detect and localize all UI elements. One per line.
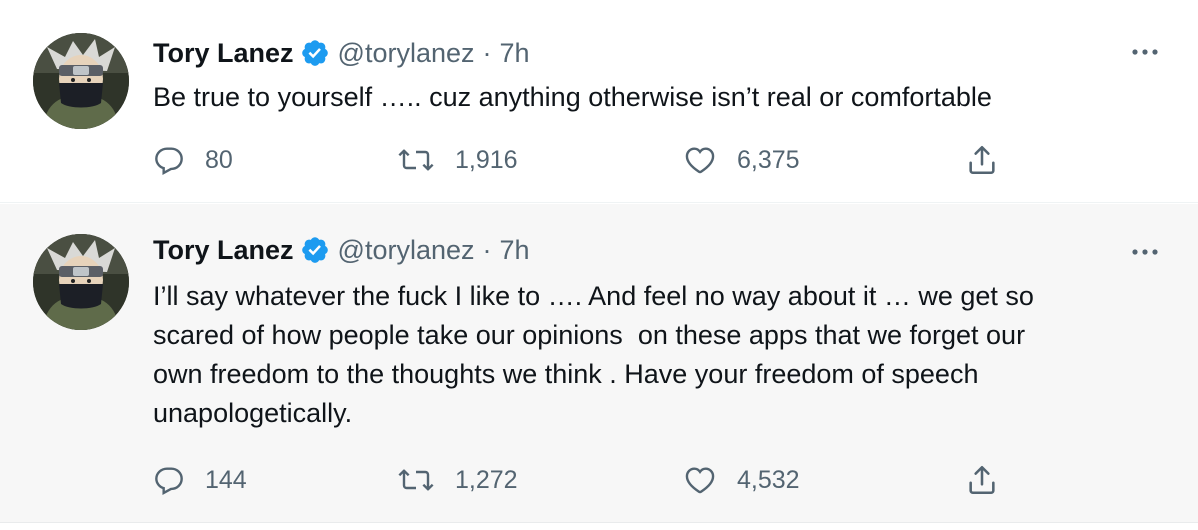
- display-name[interactable]: Tory Lanez: [153, 235, 294, 266]
- separator-dot: ·: [482, 37, 492, 68]
- timestamp[interactable]: 7h: [500, 235, 530, 266]
- like-count: 4,532: [737, 465, 800, 494]
- tweet-header: Tory Lanez @torylanez · 7h: [153, 36, 530, 70]
- tweet-header: Tory Lanez @torylanez · 7h: [153, 233, 530, 267]
- retweet-button[interactable]: 1,916: [397, 140, 518, 180]
- retweet-count: 1,916: [455, 145, 518, 174]
- handle[interactable]: @torylanez: [338, 38, 475, 69]
- share-icon: [969, 145, 995, 175]
- tweet-text: Be true to yourself ….. cuz anything oth…: [153, 82, 992, 112]
- retweet-button[interactable]: 1,272: [397, 460, 518, 500]
- retweet-icon: [398, 469, 434, 491]
- verified-badge-icon: [300, 38, 330, 68]
- like-button[interactable]: 6,375: [683, 140, 800, 180]
- tweet-text: I’ll say whatever the fuck I like to …. …: [153, 281, 1034, 428]
- tweet-2[interactable]: Tory Lanez @torylanez · 7h I’ll say what…: [0, 204, 1198, 523]
- share-button[interactable]: [965, 460, 999, 500]
- share-button[interactable]: [965, 140, 999, 180]
- reply-count: 80: [205, 145, 233, 174]
- reply-button[interactable]: 80: [153, 140, 233, 180]
- separator-dot: ·: [482, 234, 492, 265]
- avatar[interactable]: [33, 33, 129, 129]
- retweet-icon: [398, 149, 434, 171]
- reply-button[interactable]: 144: [153, 460, 247, 500]
- reply-count: 144: [205, 465, 247, 494]
- tweet-actions: 144 1,272 4,532: [153, 460, 1013, 500]
- handle[interactable]: @torylanez: [338, 235, 475, 266]
- like-icon: [685, 467, 715, 494]
- more-options-icon[interactable]: [1128, 242, 1162, 262]
- more-options-icon[interactable]: [1128, 42, 1162, 62]
- reply-icon: [155, 467, 183, 495]
- like-icon: [685, 147, 715, 174]
- avatar[interactable]: [33, 234, 129, 330]
- like-count: 6,375: [737, 145, 800, 174]
- share-icon: [969, 465, 995, 495]
- reply-icon: [155, 147, 183, 175]
- display-name[interactable]: Tory Lanez: [153, 38, 294, 69]
- timeline: Tory Lanez @torylanez · 7h Be true to yo…: [0, 0, 1198, 530]
- verified-badge-icon: [300, 235, 330, 265]
- tweet-actions: 80 1,916 6,375: [153, 140, 1013, 180]
- tweet-1[interactable]: Tory Lanez @torylanez · 7h Be true to yo…: [0, 0, 1198, 203]
- like-button[interactable]: 4,532: [683, 460, 800, 500]
- retweet-count: 1,272: [455, 465, 518, 494]
- timestamp[interactable]: 7h: [500, 38, 530, 69]
